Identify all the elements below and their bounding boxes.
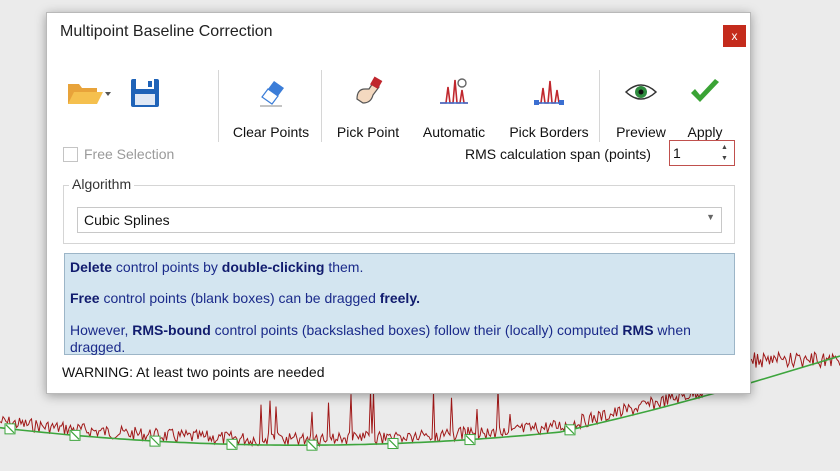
eye-icon xyxy=(624,84,658,100)
rms-span-stepper[interactable]: 1 ▲ ▼ xyxy=(669,140,735,166)
info-line-delete: Delete control points by double-clicking… xyxy=(70,259,364,275)
automatic-button[interactable]: Automatic xyxy=(415,75,493,140)
save-button[interactable] xyxy=(127,75,163,135)
auto-peaks-icon xyxy=(440,78,468,104)
warning-message: WARNING: At least two points are needed xyxy=(62,364,325,380)
eraser-icon xyxy=(260,81,284,107)
info-line-free: Free control points (blank boxes) can be… xyxy=(70,290,420,306)
help-info-panel: Delete control points by double-clicking… xyxy=(64,253,735,355)
rms-span-label: RMS calculation span (points) xyxy=(465,146,651,162)
free-selection-label: Free Selection xyxy=(84,146,175,162)
apply-label: Apply xyxy=(687,124,723,140)
algorithm-group-label: Algorithm xyxy=(69,176,135,192)
hand-pointer-icon xyxy=(356,76,383,104)
toolbar-separator xyxy=(599,70,600,142)
clear-points-label: Clear Points xyxy=(232,124,310,140)
spin-down-icon[interactable]: ▼ xyxy=(718,153,731,164)
pick-point-label: Pick Point xyxy=(336,124,400,140)
pick-borders-button[interactable]: Pick Borders xyxy=(503,75,595,140)
folder-open-icon xyxy=(68,84,111,104)
automatic-label: Automatic xyxy=(422,124,486,140)
close-button[interactable]: x xyxy=(723,25,746,47)
algorithm-select[interactable]: Cubic Splines ▼ xyxy=(77,207,722,233)
pick-point-button[interactable]: Pick Point xyxy=(331,75,405,140)
spin-up-icon[interactable]: ▲ xyxy=(718,142,731,153)
toolbar-separator xyxy=(218,70,219,142)
algorithm-value: Cubic Splines xyxy=(84,212,170,228)
title-bar[interactable]: Multipoint Baseline Correction x xyxy=(47,13,750,53)
window-title: Multipoint Baseline Correction xyxy=(60,23,273,40)
baseline-correction-dialog: Multipoint Baseline Correction x Clear P… xyxy=(46,12,751,394)
rms-span-value[interactable]: 1 xyxy=(673,145,681,161)
preview-label: Preview xyxy=(616,124,666,140)
preview-button[interactable]: Preview xyxy=(609,75,673,140)
checkmark-icon xyxy=(691,79,719,102)
clear-points-button[interactable]: Clear Points xyxy=(227,75,315,140)
floppy-disk-icon xyxy=(131,79,159,107)
peak-borders-icon xyxy=(534,80,564,105)
open-button[interactable] xyxy=(65,75,111,135)
chevron-down-icon[interactable]: ▼ xyxy=(706,212,715,222)
toolbar-separator xyxy=(321,70,322,142)
pick-borders-label: Pick Borders xyxy=(509,124,589,140)
apply-button[interactable]: Apply xyxy=(677,75,733,140)
free-selection-checkbox[interactable] xyxy=(63,147,78,162)
info-line-rms: However, RMS-bound control points (backs… xyxy=(70,322,691,355)
